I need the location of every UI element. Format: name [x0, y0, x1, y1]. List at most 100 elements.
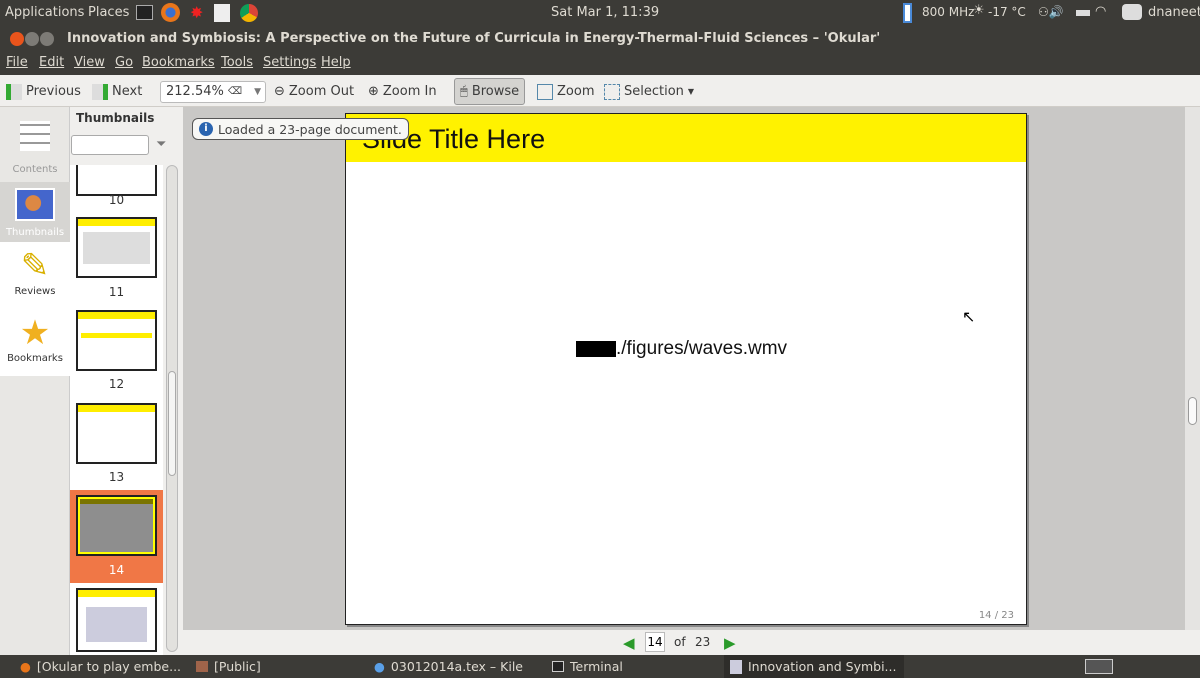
- sidebar: Contents Thumbnails ✎ Reviews ★ Bookmarks: [0, 107, 70, 655]
- zoom-combo[interactable]: 212.54% ⌫ ▼: [160, 81, 266, 103]
- menu-help[interactable]: Help: [321, 55, 351, 70]
- zoom-out-button[interactable]: ⊖ Zoom Out: [274, 81, 354, 103]
- minimize-button[interactable]: [25, 32, 39, 46]
- workspace-switcher[interactable]: [1085, 659, 1113, 674]
- task-kile[interactable]: ● 03012014a.tex – Kile: [368, 655, 523, 678]
- thumbnail-scrollbar[interactable]: [166, 165, 178, 652]
- page-label: 14 / 23: [978, 610, 1014, 621]
- previous-button[interactable]: Previous: [6, 81, 81, 103]
- applications-menu[interactable]: Applications: [5, 5, 84, 20]
- balloon-icon: [15, 188, 55, 221]
- next-page-icon[interactable]: ▶: [724, 634, 736, 652]
- taskbar: ● [Okular to play embe... [Public] ● 03012…: [0, 655, 1200, 678]
- terminal-icon: [552, 661, 564, 672]
- zoom-tool-button[interactable]: Zoom: [537, 81, 594, 103]
- thermometer-icon: [903, 3, 912, 23]
- menu-view[interactable]: View: [74, 55, 105, 70]
- wifi-icon[interactable]: ◠: [1095, 4, 1106, 19]
- menu-go[interactable]: Go: [115, 55, 133, 70]
- thumbnail-number: 10: [108, 193, 125, 207]
- text-editor-launcher-icon[interactable]: [214, 4, 230, 22]
- thumbnail-page-14[interactable]: [76, 495, 157, 556]
- thumbnail-page-12[interactable]: [76, 310, 157, 371]
- thumbnail-number: 13: [108, 470, 125, 484]
- contents-icon: [20, 121, 50, 151]
- sidebar-item-contents[interactable]: Contents: [0, 115, 70, 185]
- toolbar: Previous Next 212.54% ⌫ ▼ ⊖ Zoom Out ⊕ Zoom …: [0, 75, 1200, 107]
- firefox-launcher-icon[interactable]: [161, 3, 180, 22]
- menu-file[interactable]: File: [6, 55, 28, 70]
- task-okular[interactable]: Innovation and Symbi...: [724, 655, 904, 678]
- selection-tool-button[interactable]: Selection ▼: [604, 81, 694, 103]
- messaging-icon[interactable]: [1122, 4, 1142, 20]
- document-page[interactable]: Slide Title Here ./figures/waves.wmv 14 …: [345, 113, 1027, 625]
- mouse-icon: 🖱: [460, 83, 468, 99]
- maximize-button[interactable]: [40, 32, 54, 46]
- weather-temp[interactable]: -17 °C: [988, 5, 1026, 19]
- top-panel: Applications Places ✸ Sat Mar 1, 11:39 8…: [0, 0, 1200, 26]
- thumbnail-number-selected: 14: [108, 563, 125, 577]
- clock[interactable]: Sat Mar 1, 11:39: [551, 5, 659, 20]
- menu-tools[interactable]: Tools: [221, 55, 253, 70]
- embedded-media[interactable]: ./figures/waves.wmv: [576, 338, 787, 360]
- battery-icon[interactable]: [1076, 10, 1090, 16]
- thumbnail-list: 10 11 12 13 14: [70, 165, 163, 655]
- window-title: Innovation and Symbiosis: A Perspective …: [67, 31, 881, 46]
- sidebar-item-bookmarks[interactable]: ★ Bookmarks: [0, 309, 70, 376]
- close-button[interactable]: [10, 32, 24, 46]
- menu-bar: File Edit View Go Bookmarks Tools Settin…: [0, 52, 1200, 75]
- page-number-input[interactable]: 14: [645, 632, 665, 652]
- notification-message: i Loaded a 23-page document.: [192, 118, 409, 140]
- sidebar-item-thumbnails[interactable]: Thumbnails: [0, 182, 70, 242]
- previous-icon: [6, 84, 22, 100]
- thumbnail-number: 12: [108, 377, 125, 391]
- next-button[interactable]: Next: [92, 81, 142, 103]
- scrollbar-thumb[interactable]: [1188, 397, 1197, 425]
- thumbnail-page-15[interactable]: [76, 588, 157, 652]
- zoom-value[interactable]: 212.54%: [166, 82, 224, 102]
- browse-tool-button[interactable]: 🖱 Browse: [454, 78, 526, 105]
- network-icon[interactable]: ⚇🔊: [1038, 5, 1064, 19]
- user-name[interactable]: dnaneet: [1148, 5, 1200, 20]
- zoom-tool-icon: [537, 84, 553, 100]
- thumbnail-number: 11: [108, 285, 125, 299]
- page-total: 23: [695, 635, 711, 649]
- info-icon: i: [199, 122, 213, 136]
- cpu-frequency[interactable]: 800 MHz: [922, 5, 974, 19]
- thumbnail-search-input[interactable]: [71, 135, 149, 155]
- app-launcher-icon[interactable]: ✸: [190, 3, 203, 22]
- kile-icon: ●: [374, 659, 385, 674]
- folder-icon: [196, 661, 208, 672]
- panel-title: Thumbnails: [76, 111, 155, 125]
- task-public[interactable]: [Public]: [190, 655, 261, 678]
- sidebar-item-reviews[interactable]: ✎ Reviews: [0, 242, 70, 309]
- media-placeholder: [576, 341, 616, 357]
- menu-edit[interactable]: Edit: [39, 55, 64, 70]
- previous-page-icon[interactable]: ◀: [623, 634, 635, 652]
- zoom-in-icon: ⊕: [368, 84, 379, 99]
- weather-icon: ☀: [973, 3, 985, 18]
- title-bar: Innovation and Symbiosis: A Perspective …: [0, 26, 1200, 52]
- menu-settings[interactable]: Settings: [263, 55, 316, 70]
- places-menu[interactable]: Places: [88, 5, 129, 20]
- page-navigation: ◀ 14 of 23 ▶: [183, 630, 1200, 655]
- thumbnail-page-13[interactable]: [76, 403, 157, 464]
- star-icon: ★: [19, 313, 51, 353]
- chrome-launcher-icon[interactable]: [240, 4, 258, 22]
- chevron-down-icon[interactable]: ▼: [254, 82, 265, 102]
- menu-bookmarks[interactable]: Bookmarks: [142, 55, 215, 70]
- slide-title: Slide Title Here: [346, 114, 1026, 162]
- clear-icon[interactable]: ⌫: [228, 82, 242, 102]
- terminal-launcher-icon[interactable]: [136, 5, 153, 20]
- next-icon: [92, 84, 108, 100]
- zoom-in-button[interactable]: ⊕ Zoom In: [368, 81, 437, 103]
- filter-icon[interactable]: ⏷: [156, 137, 166, 152]
- scrollbar-thumb[interactable]: [168, 371, 176, 476]
- thumbnail-page-11[interactable]: [76, 217, 157, 278]
- thumbnail-page-10[interactable]: [76, 165, 157, 196]
- document-scrollbar[interactable]: [1185, 107, 1200, 630]
- task-terminal[interactable]: Terminal: [546, 655, 623, 678]
- mouse-cursor-icon: ↖: [962, 307, 976, 326]
- firefox-icon: ●: [20, 659, 31, 674]
- task-okular-firefox[interactable]: ● [Okular to play embe...: [14, 655, 181, 678]
